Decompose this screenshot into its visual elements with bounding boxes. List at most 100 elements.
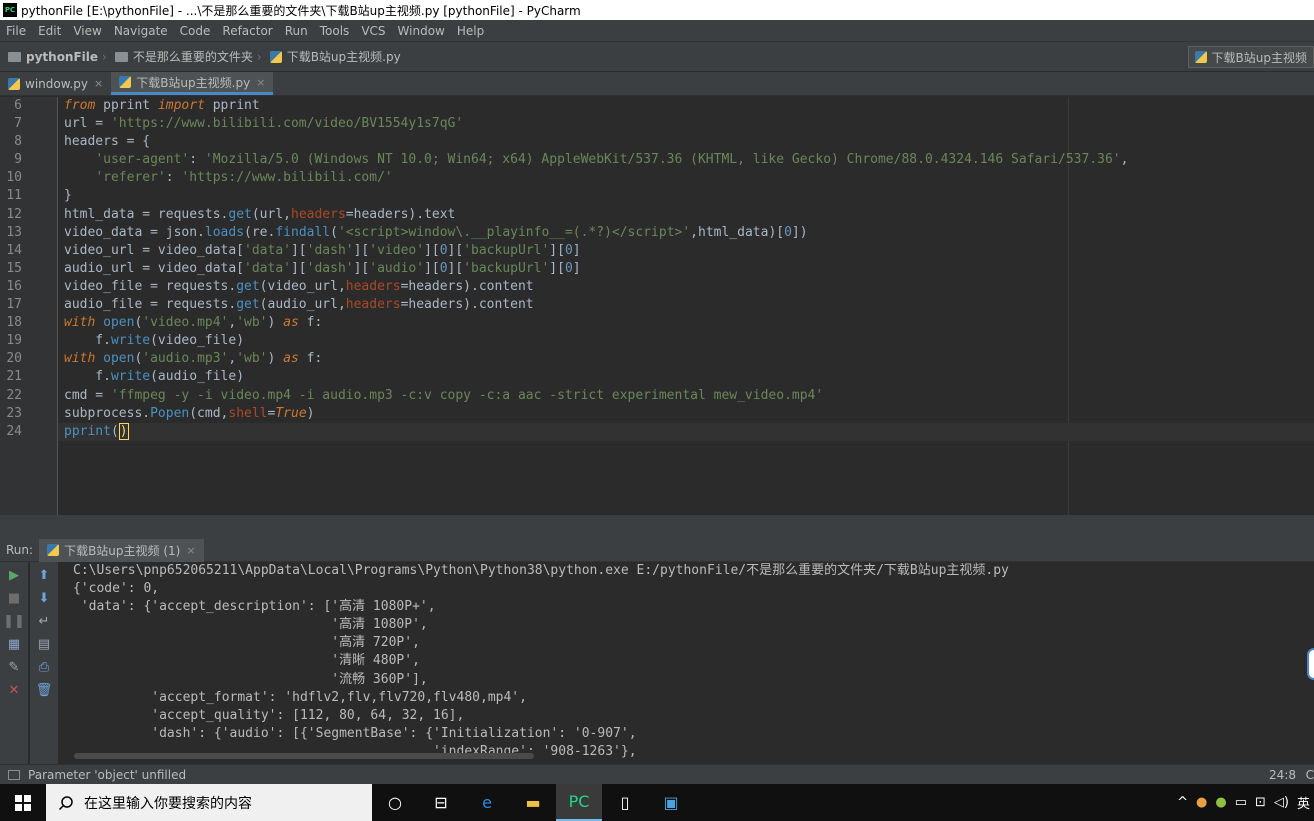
- tray-app-icon[interactable]: ●: [1196, 795, 1207, 810]
- network-icon[interactable]: ⊡: [1255, 795, 1266, 810]
- tray-app-icon[interactable]: ●: [1215, 795, 1226, 810]
- run-toolbar-left: ▶ ■ ❚❚ ▦ ✎ ✕: [0, 562, 28, 764]
- ime-indicator[interactable]: 英: [1297, 793, 1310, 812]
- console-line: '流畅 360P'],: [73, 671, 428, 687]
- line-number: 15: [6, 260, 22, 276]
- status-bar: Parameter 'object' unfilled 24:8 C: [0, 764, 1314, 784]
- scroll-to-end-icon[interactable]: ▤: [34, 634, 54, 654]
- arrow-down-icon[interactable]: ⬇: [34, 588, 54, 608]
- menu-view[interactable]: View: [67, 24, 107, 38]
- code-line[interactable]: 16 video_file = requests.get(video_url,he…: [6, 278, 1314, 296]
- run-tab-label: 下载B站up主视频 (1): [64, 543, 181, 558]
- line-number: 6: [14, 98, 22, 113]
- menu-help[interactable]: Help: [451, 24, 490, 38]
- pycharm-icon: PC: [3, 3, 17, 17]
- menu-code[interactable]: Code: [174, 24, 217, 38]
- code-line[interactable]: 9 'user-agent': 'Mozilla/5.0 (Windows NT…: [14, 151, 1314, 169]
- menu-bar: File Edit View Navigate Code Refactor Ru…: [0, 20, 1314, 42]
- pycharm-taskbar-icon[interactable]: PC: [556, 784, 602, 821]
- menu-vcs[interactable]: VCS: [355, 24, 391, 38]
- run-console[interactable]: C:\Users\pnp652065211\AppData\Local\Prog…: [58, 562, 1314, 764]
- line-number: 9: [14, 152, 22, 168]
- horizontal-scrollbar[interactable]: [74, 753, 534, 759]
- code-line[interactable]: 6 from pprint import pprint: [14, 97, 1314, 115]
- task-switch-icon[interactable]: ⊟: [418, 784, 464, 821]
- menu-window[interactable]: Window: [392, 24, 451, 38]
- folder-icon: [8, 51, 21, 62]
- code-line[interactable]: 14 video_url = video_data['data']['dash']…: [6, 242, 1314, 260]
- code-line[interactable]: 23 subprocess.Popen(cmd,shell=True): [6, 405, 1314, 423]
- code-line[interactable]: 7 url = 'https://www.bilibili.com/video/B…: [14, 115, 1314, 133]
- tab-window-py[interactable]: window.py ×: [0, 72, 111, 95]
- tab-download-video-py[interactable]: 下载B站up主视频.py ×: [111, 72, 274, 95]
- breadcrumb-project[interactable]: pythonFile: [0, 50, 102, 64]
- panel-splitter[interactable]: [0, 515, 1314, 539]
- pause-icon[interactable]: ❚❚: [3, 611, 25, 631]
- remote-desktop-icon[interactable]: ▣: [648, 784, 694, 821]
- taskbar-search[interactable]: 在这里输入你要搜索的内容: [46, 784, 372, 821]
- console-line: 'dash': {'audio': [{'SegmentBase': {'Ini…: [73, 725, 637, 741]
- caret-position[interactable]: 24:8: [1269, 768, 1296, 782]
- print-icon[interactable]: ⎙: [34, 657, 54, 677]
- code-line[interactable]: 8 headers = {: [14, 133, 1314, 151]
- edge-browser-icon[interactable]: e: [464, 784, 510, 821]
- menu-refactor[interactable]: Refactor: [216, 24, 278, 38]
- code-line[interactable]: 18 with open('video.mp4','wb') as f:: [6, 314, 1314, 332]
- file-explorer-icon[interactable]: ▬: [510, 784, 556, 821]
- battery-icon[interactable]: ▭: [1235, 795, 1247, 810]
- code-line[interactable]: 22 cmd = 'ffmpeg -y -i video.mp4 -i audio…: [6, 387, 1314, 405]
- menu-edit[interactable]: Edit: [32, 24, 67, 38]
- notepad-icon[interactable]: ▯: [602, 784, 648, 821]
- menu-tools[interactable]: Tools: [314, 24, 356, 38]
- menu-navigate[interactable]: Navigate: [108, 24, 174, 38]
- code-line[interactable]: 17 audio_file = requests.get(audio_url,he…: [6, 296, 1314, 314]
- stop-icon[interactable]: ■: [4, 588, 24, 608]
- close-icon[interactable]: ×: [256, 76, 265, 89]
- code-line[interactable]: 12 html_data = requests.get(url,headers=h…: [6, 206, 1314, 224]
- editor-tabs: window.py × 下载B站up主视频.py ×: [0, 72, 1314, 96]
- console-line: {'code': 0,: [73, 581, 160, 597]
- breadcrumb-folder-label: 不是那么重要的文件夹: [132, 50, 253, 64]
- title-bar: PC pythonFile [E:\pythonFile] - ...\不是那么…: [0, 0, 1314, 20]
- arrow-up-icon[interactable]: ⬆: [34, 565, 54, 585]
- run-tab[interactable]: 下载B站up主视频 (1) ×: [39, 538, 204, 562]
- code-line-current[interactable]: 24 pprint(): [6, 422, 1314, 441]
- code-line[interactable]: 21 f.write(audio_file): [6, 368, 1314, 386]
- rerun-icon[interactable]: ▶: [4, 565, 24, 585]
- search-icon: [58, 795, 73, 810]
- menu-run[interactable]: Run: [279, 24, 314, 38]
- windows-start-icon[interactable]: [0, 784, 46, 821]
- chevron-up-icon[interactable]: ^: [1177, 795, 1188, 810]
- run-configuration-selector[interactable]: 下载B站up主视频: [1187, 46, 1314, 68]
- code-line[interactable]: 13 video_data = json.loads(re.findall('<s…: [6, 224, 1314, 242]
- layout-icon[interactable]: ▦: [4, 634, 24, 654]
- pin-icon[interactable]: ✎: [4, 657, 24, 677]
- console-line: '高清 1080P',: [73, 617, 428, 633]
- run-toolbar-right: ⬆ ⬇ ↵ ▤ ⎙ 🗑: [30, 562, 58, 764]
- console-line: 'data': {'accept_description': ['高清 1080…: [73, 599, 436, 615]
- breadcrumb-file[interactable]: 下载B站up主视频.py: [262, 48, 405, 65]
- line-number: 18: [6, 315, 22, 331]
- breadcrumb-folder[interactable]: 不是那么重要的文件夹: [107, 48, 257, 65]
- code-line[interactable]: 11}: [6, 187, 1314, 205]
- status-extra[interactable]: C: [1306, 768, 1314, 782]
- line-number: 21: [6, 369, 22, 385]
- task-view-icon[interactable]: ○: [372, 784, 418, 821]
- code-line[interactable]: 19 f.write(video_file): [6, 332, 1314, 350]
- code-line[interactable]: 10 'referer': 'https://www.bilibili.com/…: [6, 169, 1314, 187]
- soft-wrap-icon[interactable]: ↵: [34, 611, 54, 631]
- python-file-icon: [1194, 51, 1207, 63]
- code-editor[interactable]: 6 from pprint import pprint 7 url = 'https…: [0, 97, 1314, 515]
- volume-icon[interactable]: ◁): [1274, 795, 1289, 810]
- close-icon[interactable]: ×: [186, 544, 195, 557]
- close-icon[interactable]: ×: [94, 77, 103, 90]
- code-line[interactable]: 15 audio_url = video_data['data']['dash']…: [6, 260, 1314, 278]
- line-number: 16: [6, 278, 22, 294]
- code-line[interactable]: 20 with open('audio.mp3','wb') as f:: [6, 350, 1314, 368]
- trash-icon[interactable]: 🗑: [34, 680, 54, 700]
- menu-file[interactable]: File: [0, 24, 32, 38]
- floating-edge-button[interactable]: [1307, 648, 1314, 680]
- tool-window-icon[interactable]: [8, 769, 20, 780]
- close-run-icon[interactable]: ✕: [4, 680, 24, 700]
- code-area[interactable]: 6 from pprint import pprint 7 url = 'https…: [6, 97, 1314, 515]
